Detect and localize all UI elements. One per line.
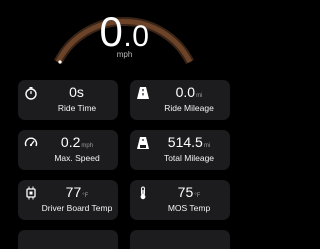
driver-board-temp-label: Driver Board Temp [41, 203, 113, 213]
circuit-board-icon [26, 186, 36, 200]
stat-card-ride-time: 0s Ride Time [18, 80, 118, 120]
total-mileage-label: Total Mileage [163, 153, 215, 163]
stat-card-ride-mileage: 0.0mi Ride Mileage [130, 80, 230, 120]
speed-unit-label: mph [116, 50, 133, 59]
mos-temp-label: MOS Temp [167, 203, 211, 213]
road-icon [137, 87, 149, 99]
max-speed-label: Max. Speed [54, 153, 100, 163]
ride-mileage-label: Ride Mileage [164, 103, 214, 113]
stat-card-mos-temp: 75°F MOS Temp [130, 180, 230, 220]
driver-board-temp-value: 77°F [65, 184, 89, 200]
stat-card-next-left [18, 230, 118, 249]
stat-card-driver-board-temp: 77°F Driver Board Temp [18, 180, 118, 220]
ride-time-value: 0s [69, 84, 84, 100]
mos-temp-value: 75°F [177, 184, 201, 200]
ride-mileage-value: 0.0mi [175, 84, 203, 100]
stat-card-next-right [130, 230, 230, 249]
speed-indicator-dot [58, 60, 62, 64]
total-mileage-value: 514.5mi [167, 134, 211, 150]
max-speed-value: 0.2mph [60, 134, 94, 150]
stat-card-max-speed: 0.2mph Max. Speed [18, 130, 118, 170]
dashboard-screen: 0.0 mph 0s Ride Time 0.0mi Ride Mileage … [0, 0, 249, 249]
stopwatch-icon [25, 87, 37, 100]
thermometer-icon [140, 186, 146, 200]
ride-time-label: Ride Time [57, 103, 97, 113]
stat-card-total-mileage: 514.5mi Total Mileage [130, 130, 230, 170]
road-total-icon [137, 137, 149, 149]
speedometer-icon [24, 137, 38, 147]
